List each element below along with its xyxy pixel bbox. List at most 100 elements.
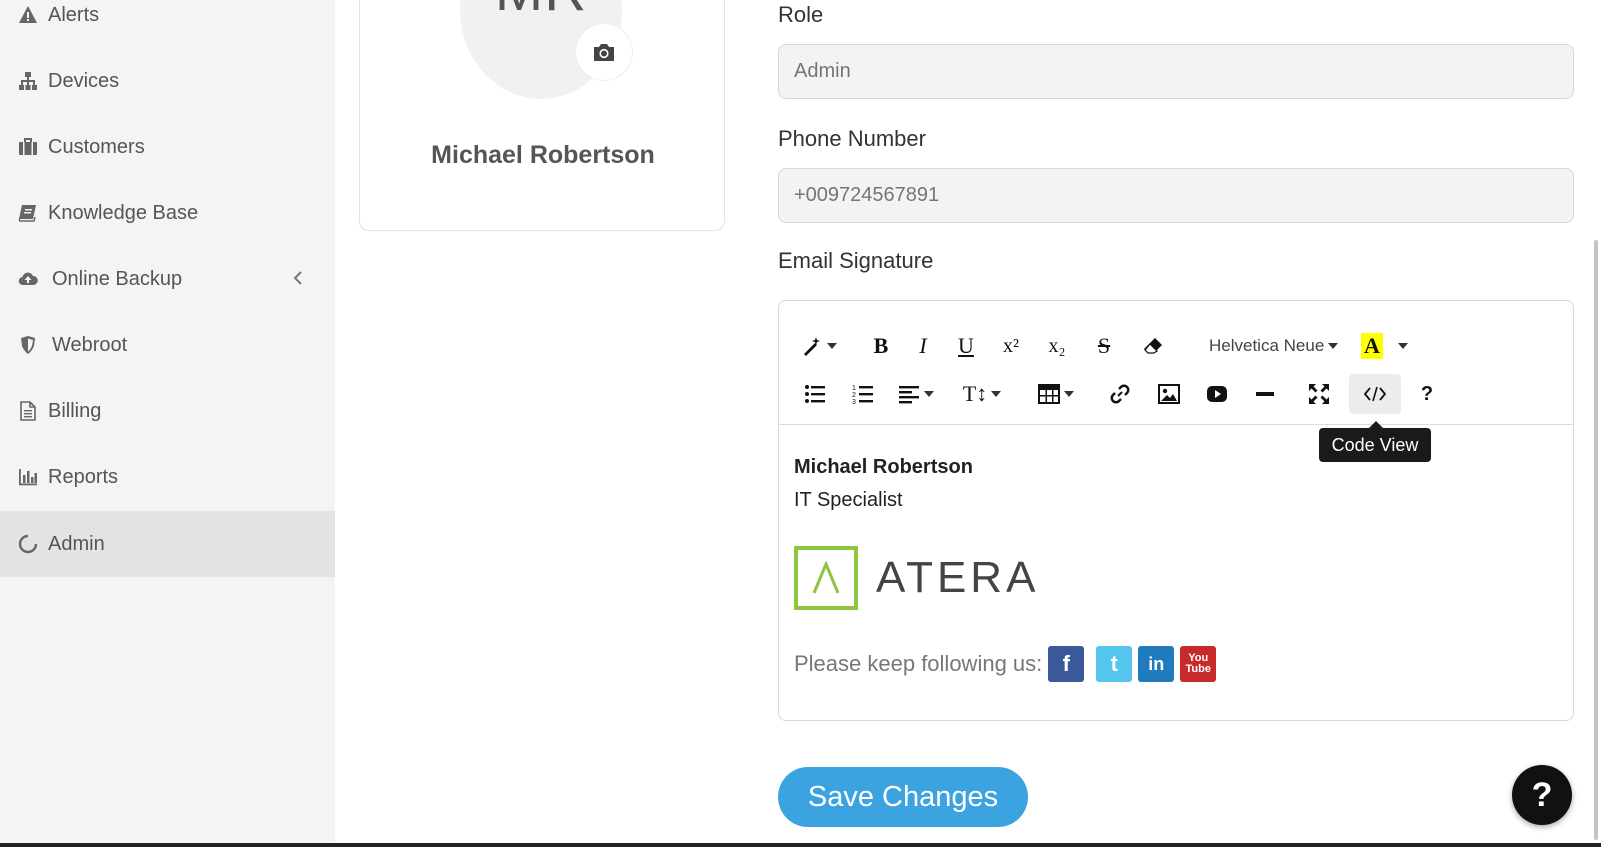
sidebar-item-label: Online Backup xyxy=(52,267,183,290)
shield-icon xyxy=(16,333,40,357)
sidebar-item-billing[interactable]: Billing xyxy=(0,378,335,444)
eraser-icon xyxy=(1144,338,1162,354)
sidebar-item-alerts[interactable]: Alerts xyxy=(0,0,335,48)
sidebar-item-reports[interactable]: Reports xyxy=(0,444,335,510)
style-button[interactable] xyxy=(797,326,841,366)
bottom-border xyxy=(0,843,1601,847)
video-icon xyxy=(1207,386,1227,402)
spinner-icon xyxy=(16,532,40,556)
sidebar-item-label: Reports xyxy=(48,465,119,488)
code-view-button[interactable] xyxy=(1349,374,1401,414)
sidebar-item-webroot[interactable]: Webroot xyxy=(0,312,335,378)
linkedin-icon[interactable]: in xyxy=(1138,646,1175,682)
video-button[interactable] xyxy=(1199,374,1235,414)
sidebar-item-label: Billing xyxy=(48,399,102,422)
superscript-button[interactable]: x² xyxy=(991,326,1031,366)
svg-text:3: 3 xyxy=(852,399,856,405)
logo-caret-icon xyxy=(812,561,840,594)
svg-text:2: 2 xyxy=(852,392,856,399)
sidebar: Alerts Devices Customers Knowledge Base … xyxy=(0,0,335,847)
toolbar-divider xyxy=(779,424,1573,425)
underline-button[interactable]: U xyxy=(946,326,986,366)
cloud-upload-icon xyxy=(16,267,40,291)
line-height-button[interactable]: T↕ xyxy=(959,374,1005,414)
horizontal-rule-button[interactable] xyxy=(1247,374,1283,414)
twitter-icon[interactable]: t xyxy=(1096,646,1133,682)
unordered-list-icon xyxy=(805,385,825,403)
profile-card: MR Michael Robertson xyxy=(359,0,725,231)
text-color-button[interactable]: A xyxy=(1357,326,1387,366)
camera-icon xyxy=(594,44,614,61)
sidebar-item-label: Devices xyxy=(48,69,120,92)
bar-chart-icon xyxy=(16,465,40,489)
bold-button[interactable]: B xyxy=(861,326,901,366)
ordered-list-icon: 123 xyxy=(852,385,873,405)
phone-field[interactable] xyxy=(778,168,1574,223)
fullscreen-icon xyxy=(1309,384,1329,404)
code-icon xyxy=(1363,386,1387,402)
sidebar-item-online-backup[interactable]: Online Backup xyxy=(0,246,335,312)
briefcase-icon xyxy=(16,135,40,159)
save-changes-button[interactable]: Save Changes xyxy=(778,767,1028,827)
sidebar-item-customers[interactable]: Customers xyxy=(0,114,335,180)
signature-editor: B I U x² x₂ S Helvetica Neue A 123 T↕ ? … xyxy=(778,300,1574,721)
sidebar-item-knowledge-base[interactable]: Knowledge Base xyxy=(0,180,335,246)
table-icon xyxy=(1038,384,1060,404)
unordered-list-button[interactable] xyxy=(797,374,833,414)
bold-icon: B xyxy=(873,333,889,358)
chevron-left-icon[interactable] xyxy=(291,268,307,290)
clear-format-button[interactable] xyxy=(1133,326,1173,366)
help-button[interactable]: ? xyxy=(1512,765,1572,825)
role-label: Role xyxy=(778,2,824,27)
facebook-icon[interactable]: f xyxy=(1048,646,1085,682)
question-icon: ? xyxy=(1420,382,1434,405)
avatar: MR xyxy=(460,0,632,99)
sidebar-item-label: Knowledge Base xyxy=(48,201,199,224)
sidebar-item-admin[interactable]: Admin xyxy=(0,511,335,577)
help-editor-button[interactable]: ? xyxy=(1409,374,1445,414)
company-logo: ATERA xyxy=(794,546,1039,610)
subscript-button[interactable]: x₂ xyxy=(1037,326,1077,366)
caret-down-icon xyxy=(1064,391,1074,397)
subscript-icon: x₂ xyxy=(1048,334,1066,357)
table-button[interactable] xyxy=(1033,374,1079,414)
logo-text: ATERA xyxy=(876,553,1040,602)
signature-title: IT Specialist xyxy=(794,489,903,511)
svg-text:1: 1 xyxy=(852,385,856,392)
follow-text: Please keep following us: xyxy=(794,651,1043,676)
warning-icon xyxy=(16,3,40,27)
superscript-icon: x² xyxy=(1003,334,1019,357)
italic-icon: I xyxy=(919,333,927,358)
font-family-dropdown[interactable]: Helvetica Neue xyxy=(1209,331,1339,361)
ordered-list-button[interactable]: 123 xyxy=(845,374,881,414)
email-signature-label: Email Signature xyxy=(778,248,934,273)
magic-wand-icon xyxy=(804,337,820,356)
caret-down-icon xyxy=(1398,343,1408,349)
sidebar-item-label: Alerts xyxy=(48,3,100,26)
scrollbar[interactable] xyxy=(1594,240,1598,840)
sidebar-item-devices[interactable]: Devices xyxy=(0,48,335,114)
strikethrough-button[interactable]: S xyxy=(1084,326,1124,366)
text-color-dropdown[interactable] xyxy=(1391,326,1411,366)
horizontal-rule-icon xyxy=(1256,392,1274,396)
avatar-initials: MR xyxy=(460,0,622,24)
youtube-icon[interactable]: You Tube xyxy=(1180,646,1217,682)
text-color-icon: A xyxy=(1361,333,1383,359)
picture-button[interactable] xyxy=(1151,374,1187,414)
document-icon xyxy=(16,399,40,423)
role-field[interactable] xyxy=(778,44,1574,99)
font-family-value: Helvetica Neue xyxy=(1209,336,1325,355)
caret-down-icon xyxy=(827,343,837,349)
italic-button[interactable]: I xyxy=(903,326,943,366)
profile-name: Michael Robertson xyxy=(431,141,655,169)
phone-label: Phone Number xyxy=(778,126,926,151)
paragraph-align-button[interactable] xyxy=(893,374,939,414)
link-button[interactable] xyxy=(1102,374,1138,414)
line-height-icon: T↕ xyxy=(962,381,988,406)
change-photo-button[interactable] xyxy=(576,24,632,80)
align-left-icon xyxy=(899,386,919,404)
sidebar-item-label: Customers xyxy=(48,135,145,158)
sidebar-item-label: Admin xyxy=(48,532,105,555)
fullscreen-button[interactable] xyxy=(1301,374,1337,414)
strikethrough-icon: S xyxy=(1097,333,1111,358)
